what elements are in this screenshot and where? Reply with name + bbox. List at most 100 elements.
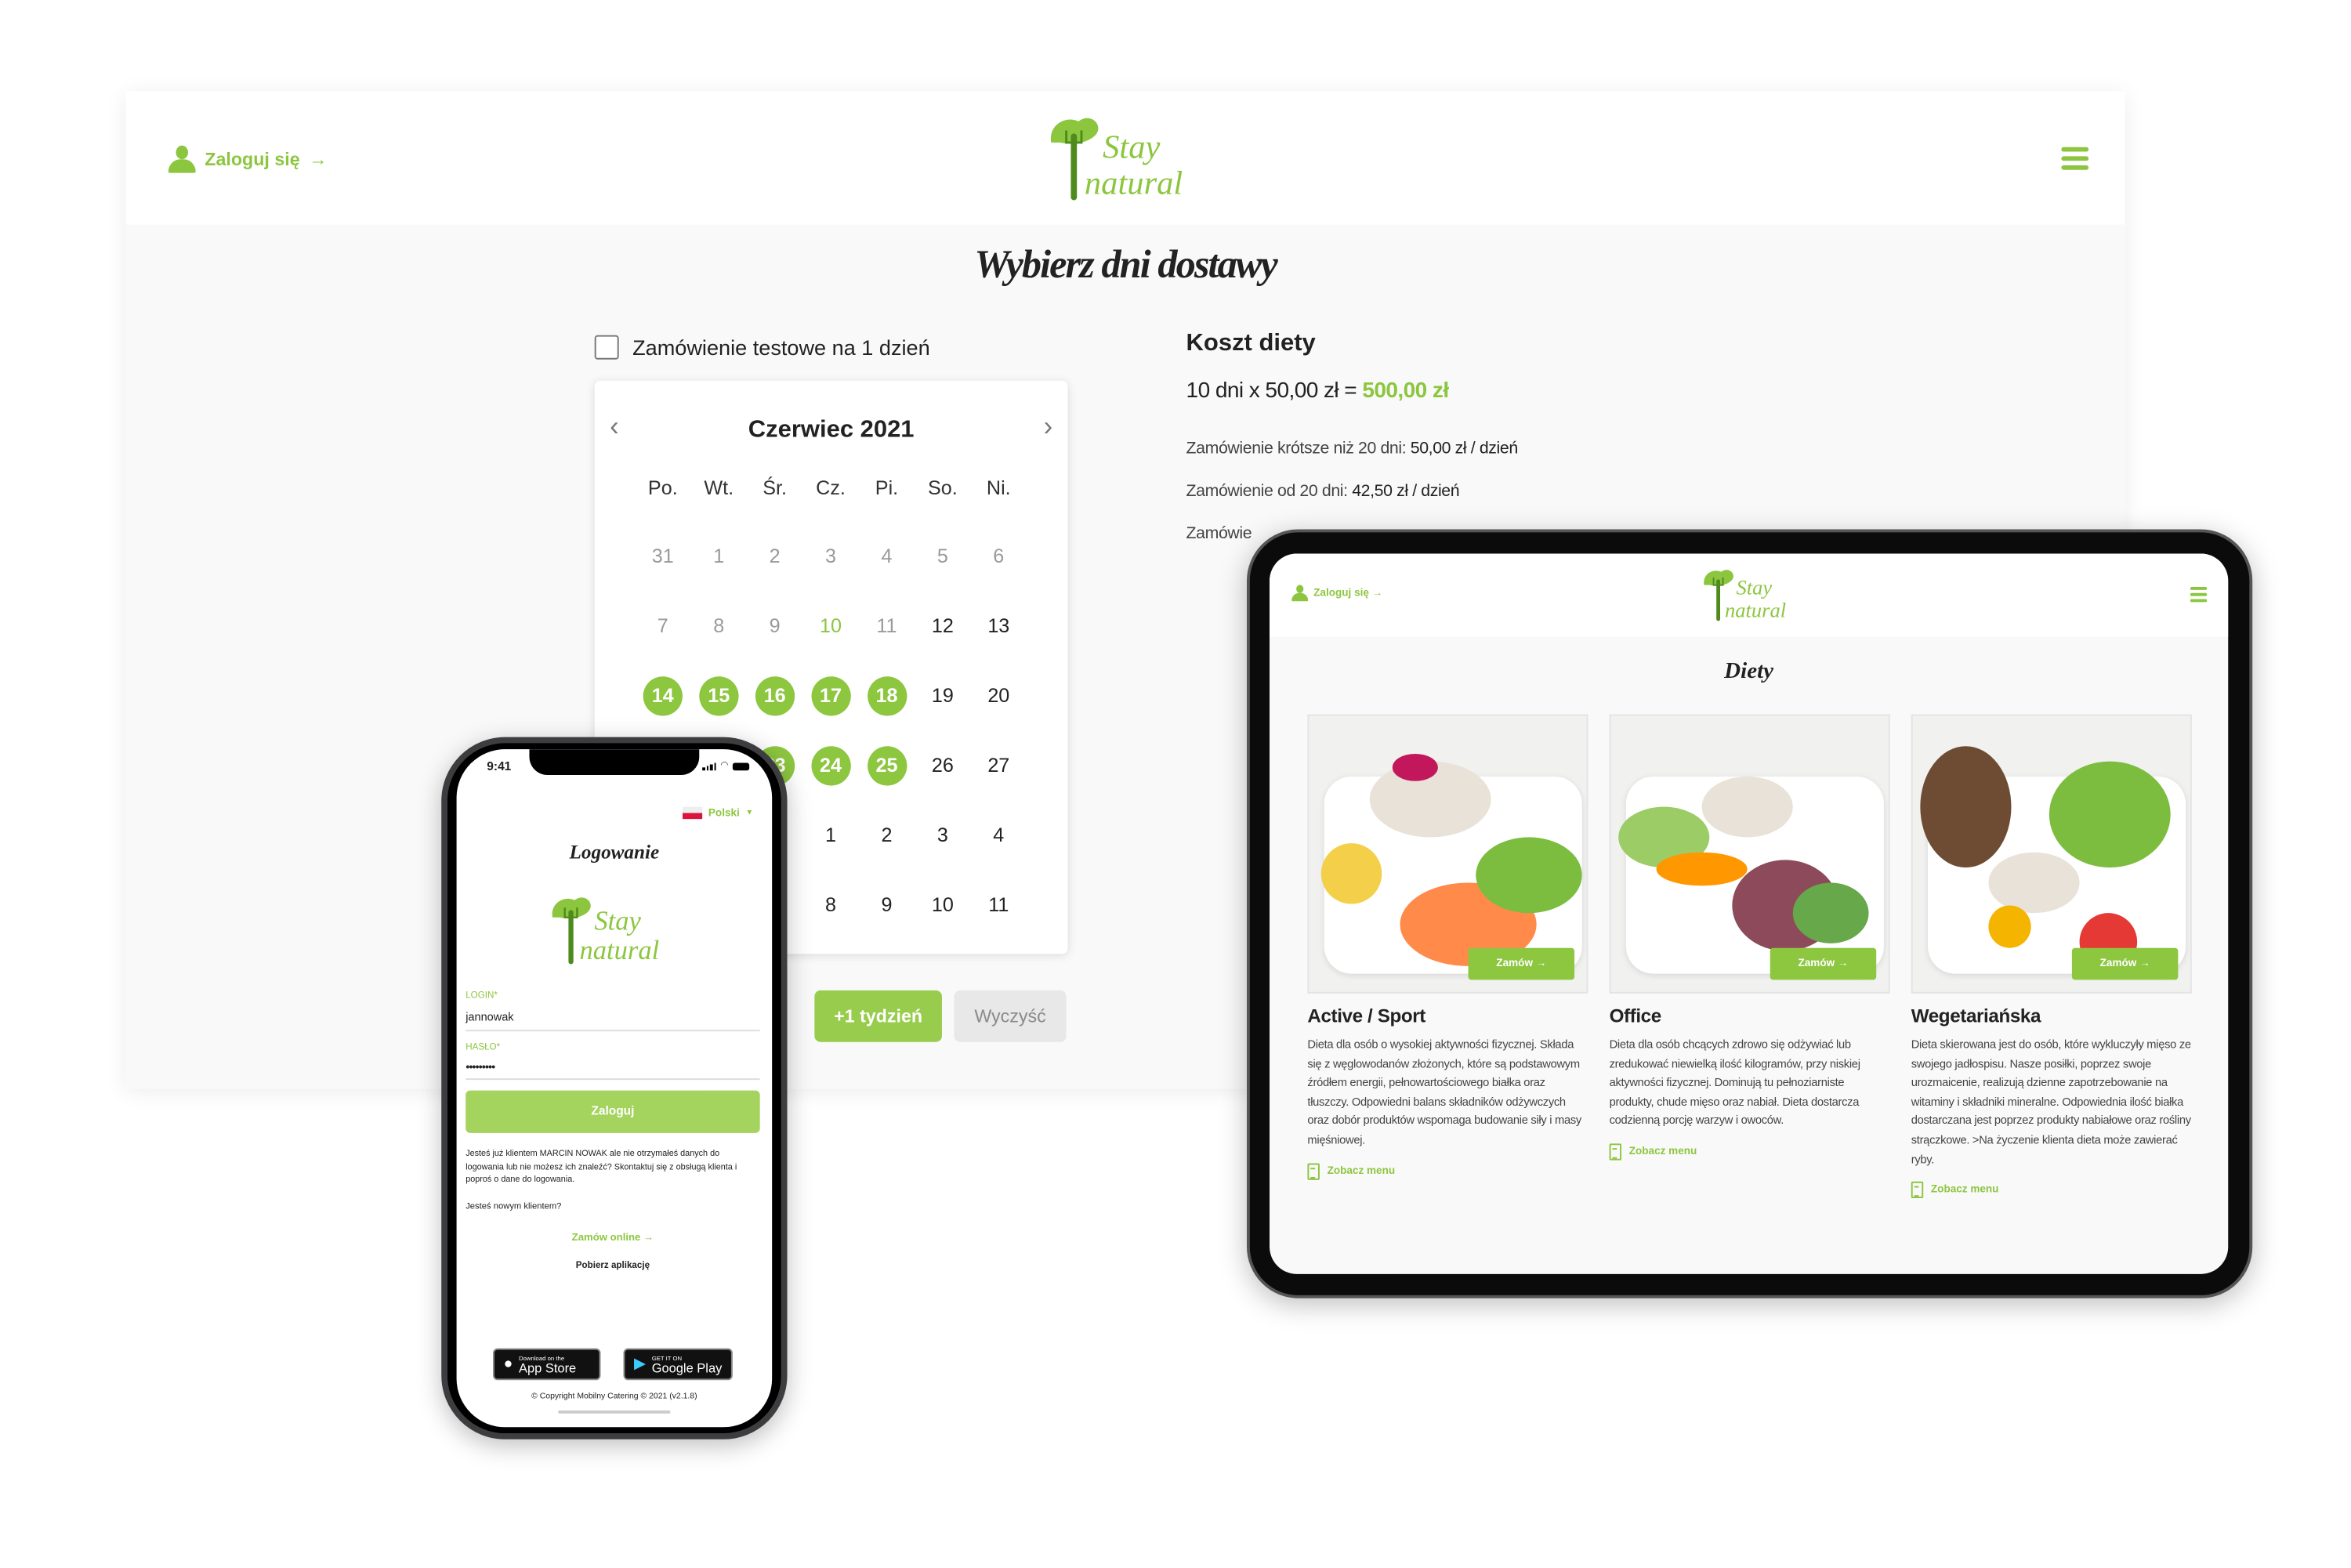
food-shape [1920, 746, 2012, 868]
order-button[interactable]: Zamów → [1770, 947, 1877, 980]
calendar-day[interactable]: 12 [920, 607, 965, 646]
calendar-day[interactable]: 27 [976, 746, 1021, 785]
get-app-heading: Pobierz aplikację [575, 1261, 650, 1270]
weekday-label: Po. [647, 476, 678, 499]
logo-image: Stay natural [1704, 570, 1786, 622]
food-shape [1392, 753, 1438, 781]
submit-login-button[interactable]: Zaloguj [465, 1090, 760, 1133]
diet-title: Active / Sport [1307, 1005, 1425, 1027]
language-label: Polski [708, 807, 740, 819]
status-time: 9:41 [487, 759, 512, 774]
calendar-day-selected[interactable]: 17 [810, 676, 851, 716]
diet-photo[interactable]: Zamów → [1911, 714, 2192, 994]
view-menu-link[interactable]: Zobacz menu [1307, 1162, 1588, 1179]
calendar-day[interactable]: 8 [808, 885, 853, 925]
order-button[interactable]: Zamów → [2071, 947, 2179, 980]
calendar-day-selected[interactable]: 15 [699, 676, 739, 716]
next-month-icon[interactable]: › [1044, 411, 1053, 444]
calendar-day[interactable]: 9 [864, 885, 909, 925]
formula-text: 10 dni x 50,00 zł = [1186, 378, 1363, 404]
password-input[interactable]: ••••••••• [465, 1060, 759, 1074]
price-label: Zamówienie krótsze niż 20 dni: [1186, 440, 1411, 458]
calendar-day[interactable]: 4 [976, 816, 1021, 855]
app-store-button[interactable]: ● Download on the App Store [493, 1348, 601, 1381]
svg-text:Stay: Stay [594, 906, 641, 936]
calendar-day[interactable]: 2 [864, 816, 909, 855]
calendar-day[interactable]: 19 [920, 676, 965, 715]
play-icon: ▶ [634, 1356, 646, 1373]
weekday-label: Pi. [875, 476, 899, 499]
calendar-day[interactable]: 26 [920, 746, 965, 785]
diet-title: Office [1609, 1005, 1662, 1027]
menu-document-icon [1911, 1182, 1924, 1199]
logo[interactable]: Stay natural [1701, 566, 1801, 624]
diet-card: Zamów → Active / Sport Dieta dla osób o … [1307, 714, 1588, 1179]
diet-photo[interactable]: Zamów → [1609, 714, 1890, 994]
logo-image: Stay natural [1050, 118, 1183, 202]
arrow-right-icon: → [309, 148, 328, 170]
calendar-day[interactable]: 11 [976, 885, 1021, 925]
test-order-label: Zamówienie testowe na 1 dzień [632, 335, 930, 360]
calendar-day[interactable]: 13 [976, 607, 1021, 646]
login-link[interactable]: Zaloguj się → [168, 145, 328, 173]
calendar-day[interactable]: 1 [808, 816, 853, 855]
view-menu-link[interactable]: Zobacz menu [1911, 1182, 2192, 1199]
calendar-day[interactable]: 20 [976, 676, 1021, 715]
diet-title: Wegetariańska [1911, 1005, 2041, 1027]
google-play-button[interactable]: ▶ GET IT ON Google Play [623, 1348, 733, 1381]
calendar-day: 3 [825, 544, 837, 567]
login-label: Zaloguj się [205, 148, 300, 170]
price-value: 50,00 zł / dzień [1410, 440, 1518, 458]
order-button[interactable]: Zamów → [1468, 947, 1575, 980]
food-shape [1701, 776, 1793, 838]
login-title: Logowanie [569, 840, 660, 864]
calendar-day-selected[interactable]: 24 [810, 746, 851, 786]
food-shape [1476, 837, 1582, 914]
view-menu-label: Zobacz menu [1930, 1184, 1999, 1196]
logo: Stay natural [548, 892, 678, 968]
add-week-button[interactable]: +1 tydzień [814, 990, 942, 1042]
diet-card: Zamów → Office Dieta dla osób chcących z… [1609, 714, 1890, 1161]
tablet-header: Zaloguj się → Stay natural [1270, 553, 2229, 637]
password-label: HASŁO* [465, 1043, 501, 1053]
hamburger-icon[interactable] [2061, 147, 2089, 170]
calendar-day[interactable]: 10 [808, 607, 853, 646]
site-header: Zaloguj się → Stay natural [125, 91, 2125, 225]
calendar-day-selected[interactable]: 16 [755, 676, 795, 716]
calendar-day-selected[interactable]: 18 [867, 676, 907, 716]
price-value: 42,50 zł / dzień [1352, 482, 1460, 501]
calendar-day: 4 [881, 544, 893, 567]
copyright: © Copyright Mobilny Catering © 2021 (v2.… [531, 1392, 697, 1402]
login-form: LOGIN* jannowak HASŁO* ••••••••• Zaloguj… [465, 992, 760, 1270]
price-label: Zamówienie od 20 dni: [1186, 482, 1353, 501]
phone-screen: 9:41 ◠ Polski ▼ Logowanie Stay natural L… [456, 749, 773, 1428]
calendar-day[interactable]: 3 [920, 816, 965, 855]
language-select[interactable]: Polski ▼ [682, 806, 754, 820]
hamburger-icon[interactable] [2190, 587, 2208, 603]
apple-icon: ● [503, 1356, 513, 1373]
food-shape [2049, 761, 2171, 868]
calendar-day[interactable]: 10 [920, 885, 965, 925]
cost-heading: Koszt diety [1186, 330, 1316, 357]
diet-description: Dieta dla osób o wysokiej aktywności fiz… [1307, 1037, 1581, 1147]
order-online-link[interactable]: Zamów online → [465, 1233, 759, 1244]
clear-button[interactable]: Wyczyść [954, 990, 1067, 1042]
price-line: Zamówienie od 20 dni: 42,50 zł / dzień [1186, 482, 1945, 500]
logo[interactable]: Stay natural [1045, 112, 1206, 203]
calendar-day-selected[interactable]: 14 [643, 676, 683, 716]
calendar-day-selected[interactable]: 25 [867, 746, 907, 786]
tablet-login-link[interactable]: Zaloguj się → [1291, 585, 1382, 602]
page-title: Wybierz dni dostawy [974, 242, 1277, 287]
user-icon [1291, 585, 1309, 602]
diet-photo[interactable]: Zamów → [1307, 714, 1588, 994]
login-input[interactable]: jannowak [465, 1010, 759, 1023]
svg-text:natural: natural [580, 936, 660, 965]
price-line: Zamówienie krótsze niż 20 dni: 50,00 zł … [1186, 440, 1945, 458]
test-order-checkbox[interactable]: Zamówienie testowe na 1 dzień [594, 335, 930, 360]
view-menu-link[interactable]: Zobacz menu [1609, 1143, 1890, 1161]
signal-icon [702, 762, 716, 771]
checkbox[interactable] [594, 335, 619, 360]
chevron-down-icon: ▼ [745, 808, 754, 818]
food-shape [1988, 852, 2080, 914]
calendar-day: 9 [769, 614, 781, 637]
